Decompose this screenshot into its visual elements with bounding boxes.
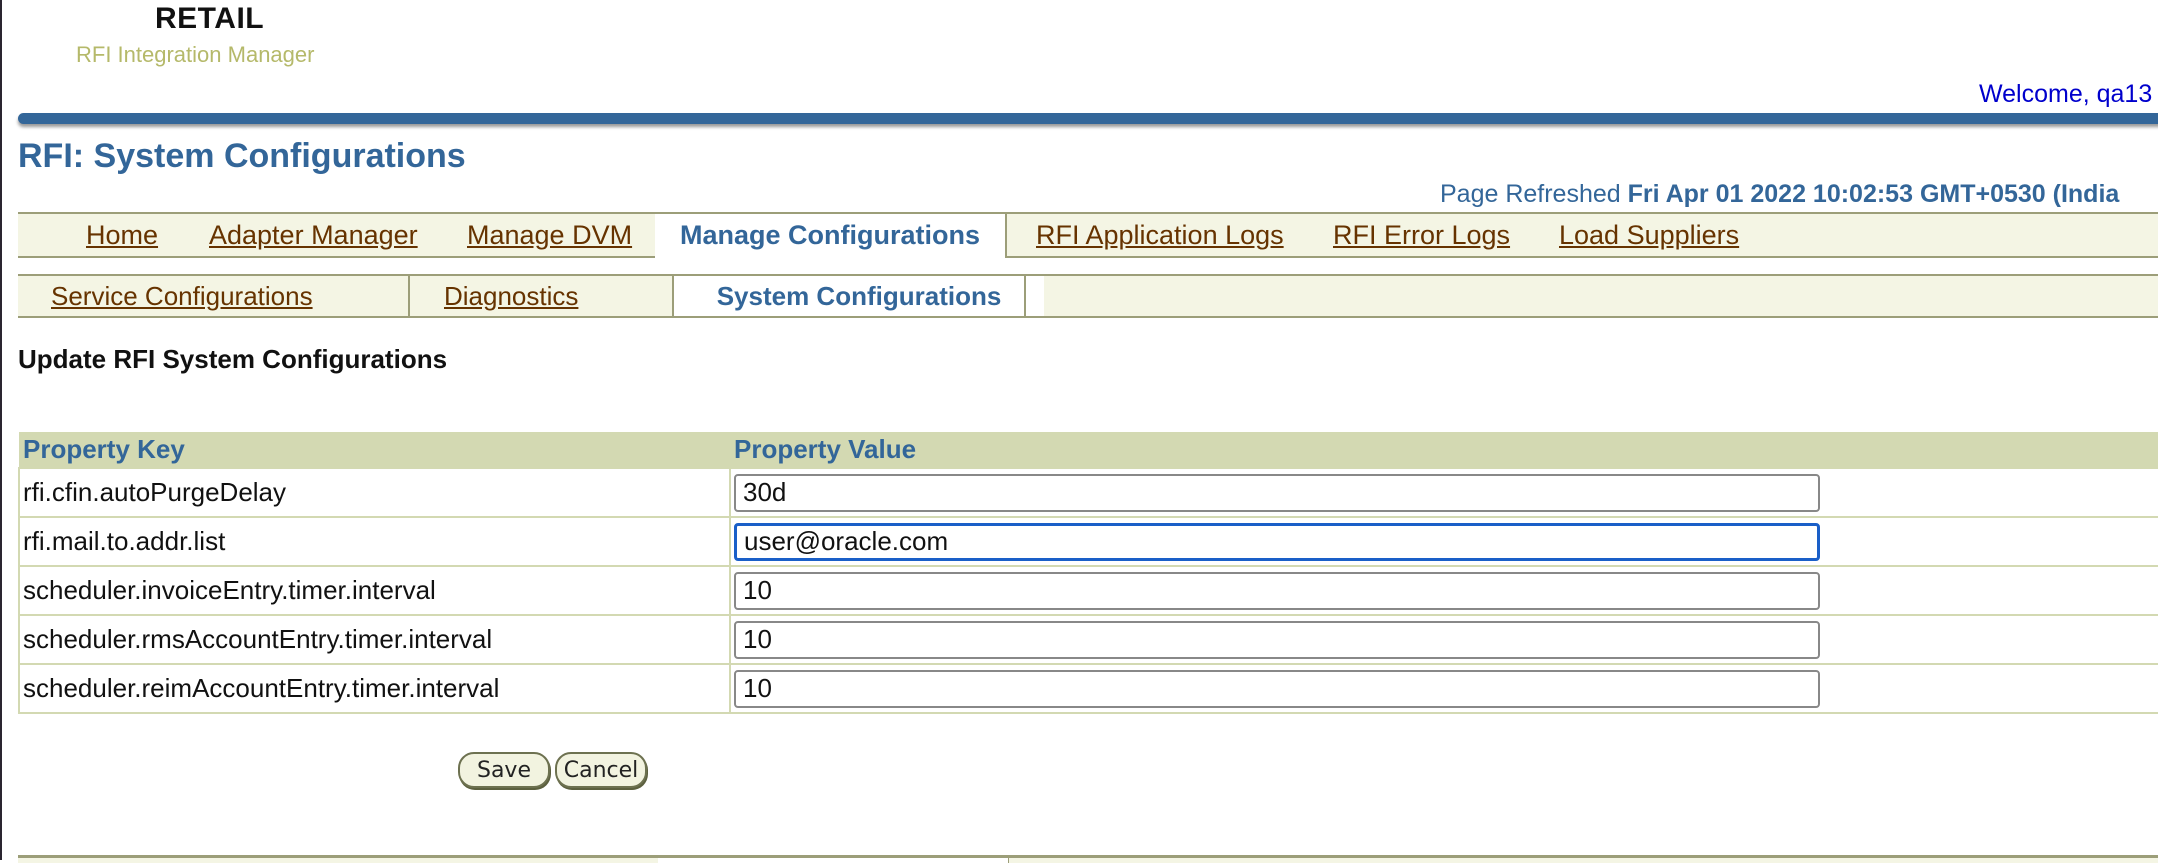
property-value-cell: [729, 565, 2158, 616]
column-header-property-key: Property Key: [19, 432, 730, 468]
subtab-system-configurations[interactable]: System Configurations: [674, 276, 1044, 316]
property-value-cell: [729, 663, 2158, 714]
property-value-input[interactable]: [734, 669, 1820, 708]
tab-load-suppliers[interactable]: Load Suppliers: [1559, 214, 1739, 256]
property-key: scheduler.reimAccountEntry.timer.interva…: [18, 663, 731, 714]
property-key: rfi.cfin.autoPurgeDelay: [18, 467, 731, 518]
brand-logo-retail: RETAIL: [155, 2, 265, 35]
property-value-cell: [729, 516, 2158, 567]
tab-rfi-application-logs[interactable]: RFI Application Logs: [1036, 214, 1284, 256]
table-row: scheduler.invoiceEntry.timer.interval: [18, 565, 2158, 616]
tab-rfi-error-logs[interactable]: RFI Error Logs: [1333, 214, 1510, 256]
property-value-input[interactable]: [734, 522, 1820, 561]
subtab-diagnostics[interactable]: Diagnostics: [444, 276, 578, 316]
properties-table: Property Key Property Value rfi.cfin.aut…: [18, 432, 2158, 714]
property-value-input[interactable]: [734, 620, 1820, 659]
window-edge: [0, 0, 2, 860]
footer-tab-gap: [658, 858, 1008, 863]
subtab-separator: [1024, 276, 1026, 316]
property-key: scheduler.invoiceEntry.timer.interval: [18, 565, 731, 616]
property-value-cell: [729, 614, 2158, 665]
main-tab-bar: Home Adapter Manager Manage DVM Manage C…: [18, 212, 2158, 258]
column-header-property-value: Property Value: [730, 432, 2158, 468]
sub-tab-bar: Service Configurations Diagnostics Syste…: [18, 274, 2158, 318]
footer-tab-separator: [1008, 858, 1009, 863]
page-title: RFI: System Configurations: [18, 137, 466, 175]
table-header-row: Property Key Property Value: [19, 432, 2158, 468]
tab-adapter-manager[interactable]: Adapter Manager: [209, 214, 418, 256]
save-button[interactable]: Save: [458, 752, 550, 788]
property-value-input[interactable]: [734, 571, 1820, 610]
property-key: scheduler.rmsAccountEntry.timer.interval: [18, 614, 731, 665]
table-row: scheduler.rmsAccountEntry.timer.interval: [18, 614, 2158, 665]
cancel-button[interactable]: Cancel: [555, 752, 647, 788]
table-row: rfi.mail.to.addr.list: [18, 516, 2158, 567]
subtab-service-configurations[interactable]: Service Configurations: [51, 276, 313, 316]
header-divider-bar: [18, 113, 2158, 124]
page-refreshed-status: Page Refreshed Fri Apr 01 2022 10:02:53 …: [1440, 180, 2119, 209]
property-value-cell: [729, 467, 2158, 518]
tab-manage-dvm[interactable]: Manage DVM: [467, 214, 632, 256]
table-row: rfi.cfin.autoPurgeDelay: [18, 467, 2158, 518]
property-value-input[interactable]: [734, 473, 1820, 512]
subtab-separator: [408, 276, 410, 316]
page-refreshed-label: Page Refreshed: [1440, 180, 1621, 208]
table-row: scheduler.reimAccountEntry.timer.interva…: [18, 663, 2158, 714]
tab-home[interactable]: Home: [86, 214, 158, 256]
property-key: rfi.mail.to.addr.list: [18, 516, 731, 567]
footer-tab-bar: [18, 855, 2158, 863]
tab-manage-configurations[interactable]: Manage Configurations: [655, 214, 1008, 258]
page-refreshed-timestamp: Fri Apr 01 2022 10:02:53 GMT+0530 (India: [1627, 180, 2120, 208]
section-title: Update RFI System Configurations: [18, 344, 448, 374]
welcome-user: Welcome, qa13: [1979, 80, 2153, 108]
app-name: RFI Integration Manager: [76, 42, 315, 67]
